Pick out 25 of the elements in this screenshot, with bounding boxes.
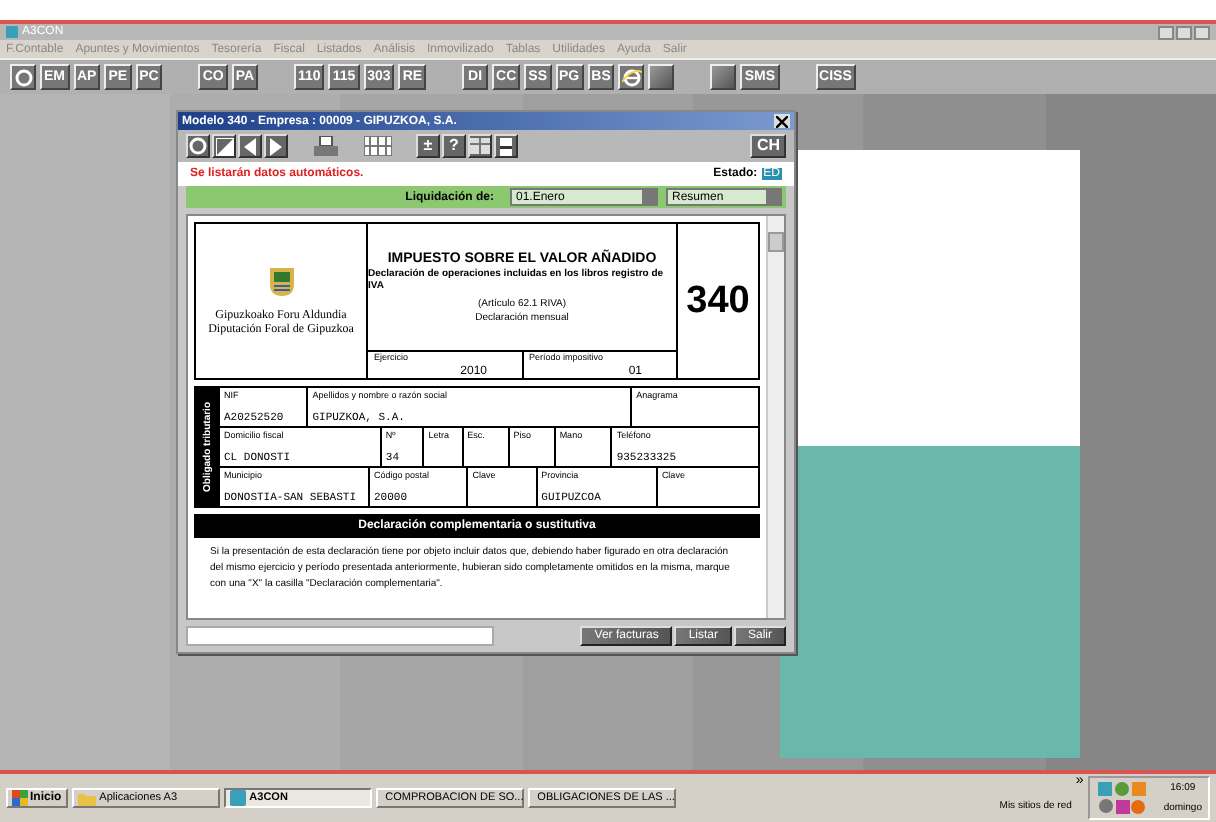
browser-icon[interactable]: [618, 64, 645, 90]
app-icon: [6, 26, 18, 38]
next-icon[interactable]: [264, 134, 288, 158]
table-icon[interactable]: [468, 134, 492, 158]
flag-icon: [12, 790, 28, 806]
minimize-button[interactable]: [1158, 25, 1174, 39]
refresh-icon[interactable]: [10, 64, 36, 90]
previous-icon[interactable]: [238, 134, 262, 158]
toolbar-button[interactable]: ?: [442, 134, 466, 158]
crest-icon: [269, 267, 293, 295]
folder-icon: [77, 791, 96, 805]
close-button[interactable]: [1194, 25, 1210, 39]
vertical-scrollbar[interactable]: [766, 216, 784, 618]
close-icon[interactable]: [774, 114, 790, 128]
minus-icon[interactable]: [494, 134, 518, 158]
toolbar-icon[interactable]: [710, 64, 737, 90]
refresh-icon[interactable]: [186, 134, 210, 158]
model-number: 340: [684, 277, 752, 325]
toolbar-button[interactable]: ±: [416, 134, 440, 158]
maximize-button[interactable]: [1176, 25, 1192, 39]
grid-icon[interactable]: [364, 134, 392, 158]
ch-button[interactable]: CH: [750, 134, 786, 158]
toolbar-icon[interactable]: [648, 64, 675, 90]
square-icon[interactable]: [212, 134, 236, 158]
app-icon: [229, 790, 246, 806]
